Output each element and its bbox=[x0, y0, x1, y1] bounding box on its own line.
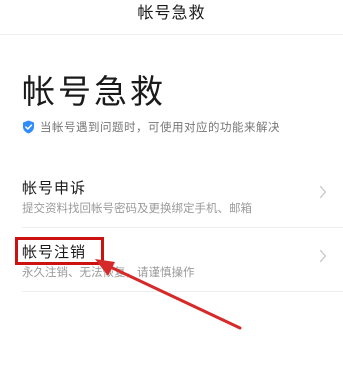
nav-bar: 帐号急救 bbox=[0, 0, 343, 30]
nav-divider bbox=[0, 34, 343, 35]
menu-item-title: 帐号申诉 bbox=[22, 179, 87, 197]
page-subtitle: 当帐号遇到问题时，可使用对应的功能来解决 bbox=[22, 118, 280, 136]
menu-item-account-cancellation[interactable]: 帐号注销 永久注销、无法恢复，请谨慎操作 bbox=[0, 232, 343, 292]
chevron-right-icon bbox=[319, 249, 327, 263]
menu-item-description: 永久注销、无法恢复，请谨慎操作 bbox=[22, 265, 195, 279]
menu-item-description: 提交资料找回帐号密码及更换绑定手机、邮箱 bbox=[22, 201, 252, 215]
menu-divider bbox=[22, 291, 343, 292]
nav-title: 帐号急救 bbox=[137, 3, 206, 22]
chevron-right-icon bbox=[319, 185, 327, 199]
page-subtitle-text: 当帐号遇到问题时，可使用对应的功能来解决 bbox=[40, 120, 280, 134]
shield-check-icon bbox=[23, 120, 34, 134]
menu-divider bbox=[22, 227, 343, 228]
menu-item-account-appeal[interactable]: 帐号申诉 提交资料找回帐号密码及更换绑定手机、邮箱 bbox=[0, 168, 343, 228]
menu-item-title: 帐号注销 bbox=[22, 243, 87, 261]
page-title: 帐号急救 bbox=[22, 72, 166, 111]
